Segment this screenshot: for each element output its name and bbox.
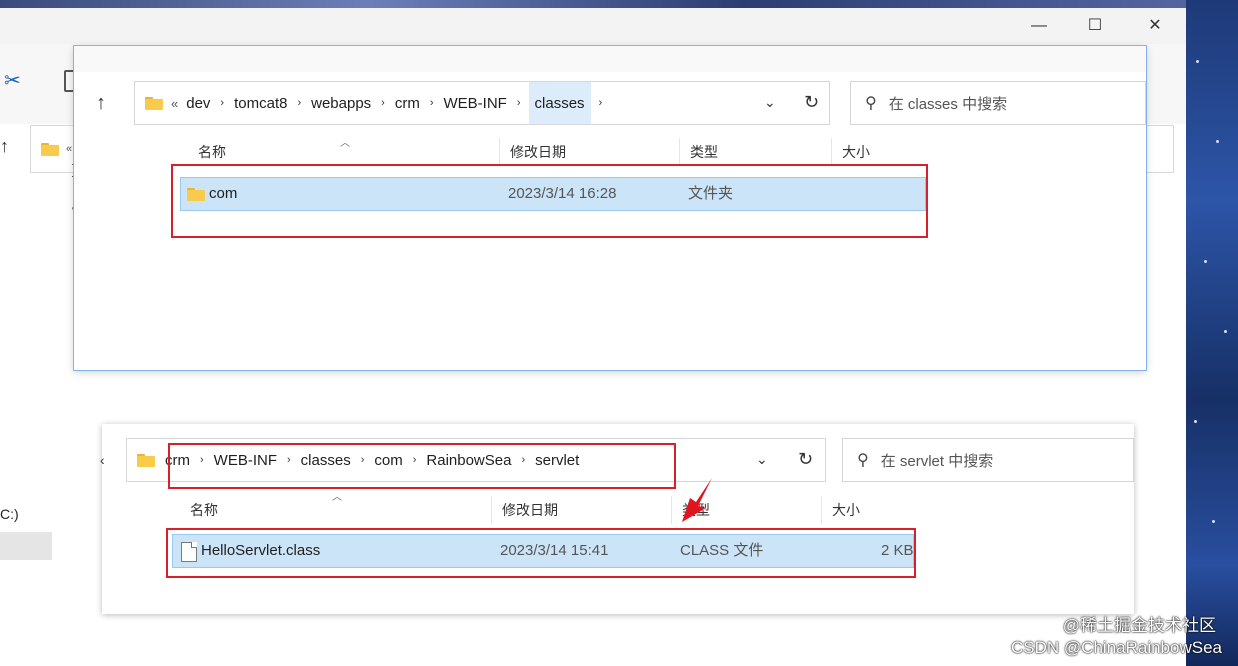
search-box[interactable]: ⚲ 在 classes 中搜索	[850, 81, 1146, 125]
folder-icon	[41, 143, 59, 156]
column-header-size[interactable]: 大小	[832, 138, 932, 166]
background-up-arrow-icon[interactable]: ↑	[0, 136, 9, 157]
desktop-wallpaper-right	[1186, 0, 1238, 666]
window-top-strip	[74, 46, 1146, 72]
breadcrumb-item[interactable]: dev	[184, 95, 212, 112]
search-input[interactable]: 在 servlet 中搜索	[881, 450, 994, 471]
search-box[interactable]: ⚲ 在 servlet 中搜索	[842, 438, 1134, 482]
chevron-right-icon[interactable]: ›	[289, 97, 309, 109]
column-header-modified[interactable]: 修改日期	[500, 138, 680, 166]
watermark-line1: @稀土掘金技术社区	[1062, 616, 1216, 635]
watermark-line2: CSDN @ChinaRainbowSea	[1011, 638, 1222, 657]
refresh-icon[interactable]: ↻	[798, 449, 813, 470]
folder-icon	[145, 96, 163, 110]
column-header-modified[interactable]: 修改日期	[492, 496, 672, 524]
highlight-box-file	[166, 528, 916, 578]
column-header-type[interactable]: 类型	[680, 138, 832, 166]
column-headers: 名称 修改日期 类型 大小	[180, 496, 922, 524]
chevron-down-icon[interactable]: ⌄	[756, 451, 768, 468]
column-header-size[interactable]: 大小	[822, 496, 922, 524]
breadcrumb-item[interactable]: tomcat8	[232, 95, 289, 112]
chevron-right-icon[interactable]: ›	[509, 97, 529, 109]
breadcrumb-overflow[interactable]: «	[163, 96, 184, 111]
breadcrumb-item[interactable]: crm	[393, 95, 422, 112]
refresh-icon[interactable]: ↻	[804, 92, 819, 113]
chevron-left-icon[interactable]: ‹	[100, 450, 105, 470]
minimize-button[interactable]: —	[1024, 14, 1054, 38]
red-arrow-icon	[682, 478, 712, 522]
column-header-name[interactable]: 名称	[188, 138, 500, 166]
breadcrumb-item[interactable]: WEB-INF	[442, 95, 509, 112]
background-selected-nav-item[interactable]	[0, 532, 52, 560]
search-icon: ⚲	[857, 452, 869, 469]
address-bar[interactable]: « dev › tomcat8 › webapps › crm › WEB-IN…	[134, 81, 830, 125]
chevron-right-icon[interactable]: ›	[591, 97, 611, 109]
background-drive-label[interactable]: C:)	[0, 506, 19, 522]
folder-icon	[137, 453, 155, 467]
chevron-right-icon[interactable]: ›	[422, 97, 442, 109]
chevron-down-icon[interactable]: ⌄	[764, 94, 776, 111]
search-input[interactable]: 在 classes 中搜索	[889, 93, 1007, 114]
search-icon: ⚲	[865, 95, 877, 112]
column-headers: 名称 修改日期 类型 大小	[188, 138, 932, 166]
breadcrumb-current[interactable]: classes	[528, 82, 591, 124]
breadcrumb-item[interactable]: webapps	[309, 95, 373, 112]
chevron-right-icon[interactable]: ›	[212, 97, 232, 109]
background-titlebar: — ☐ ✕	[0, 8, 1186, 44]
highlight-box	[171, 164, 928, 238]
close-button[interactable]: ✕	[1140, 14, 1170, 38]
column-header-name[interactable]: 名称	[180, 496, 492, 524]
scissors-icon[interactable]: ✂	[4, 68, 21, 93]
up-arrow-icon[interactable]: ↑	[96, 93, 106, 113]
desktop-wallpaper-top	[0, 0, 1238, 8]
chevron-right-icon[interactable]: ›	[373, 97, 393, 109]
highlight-box-path	[168, 443, 676, 489]
background-breadcrumb-lead: «	[66, 143, 73, 155]
maximize-button[interactable]: ☐	[1080, 14, 1110, 38]
breadcrumb: « dev › tomcat8 › webapps › crm › WEB-IN…	[163, 82, 610, 124]
